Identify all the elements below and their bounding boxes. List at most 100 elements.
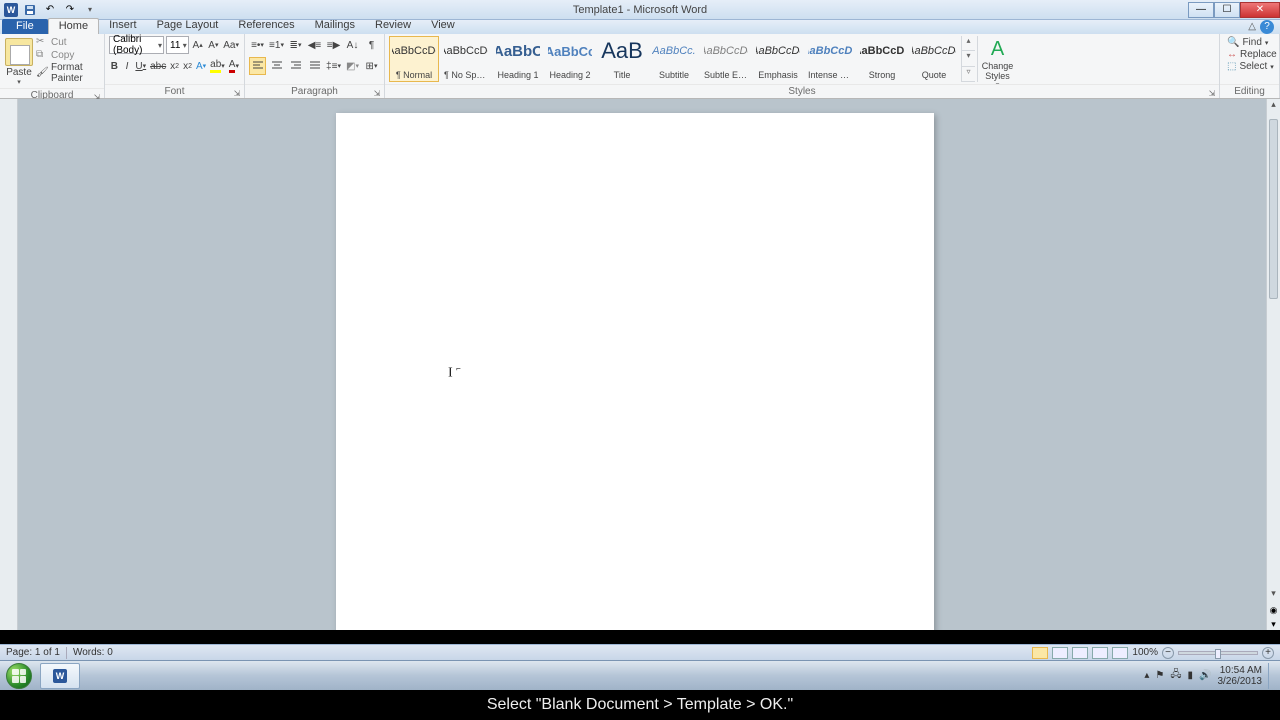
scroll-up-icon[interactable]: ▴: [962, 36, 975, 51]
tab-insert[interactable]: Insert: [99, 18, 147, 34]
style-strong[interactable]: AaBbCcDcStrong: [857, 36, 907, 82]
zoom-in-button[interactable]: +: [1262, 647, 1274, 659]
page-status[interactable]: Page: 1 of 1: [6, 647, 60, 658]
style-emphasis[interactable]: AaBbCcDcEmphasis: [753, 36, 803, 82]
draft-view-button[interactable]: [1112, 647, 1128, 659]
style--normal[interactable]: AaBbCcDc¶ Normal: [389, 36, 439, 82]
dialog-launcher-icon[interactable]: ⇲: [372, 87, 382, 97]
replace-button[interactable]: ↔Replace: [1227, 49, 1277, 60]
superscript-button[interactable]: x2: [182, 57, 193, 75]
tab-page-layout[interactable]: Page Layout: [147, 18, 229, 34]
chevron-down-icon[interactable]: ▾: [158, 41, 162, 50]
underline-button[interactable]: U▾: [134, 57, 147, 75]
show-marks-button[interactable]: ¶: [363, 36, 380, 54]
line-spacing-button[interactable]: ‡≡▾: [325, 57, 342, 75]
styles-more-icon[interactable]: ▿: [962, 67, 975, 82]
font-name-combo[interactable]: Calibri (Body)▾: [109, 36, 164, 54]
file-tab[interactable]: File: [2, 19, 48, 34]
tab-mailings[interactable]: Mailings: [305, 18, 365, 34]
tab-home[interactable]: Home: [48, 18, 99, 34]
multilevel-list-button[interactable]: ≣▾: [287, 36, 304, 54]
zoom-slider[interactable]: [1178, 651, 1258, 655]
style--no-spaci-[interactable]: AaBbCcDc¶ No Spaci...: [441, 36, 491, 82]
borders-button[interactable]: ⊞▾: [363, 57, 380, 75]
style-subtitle[interactable]: AaBbCc.Subtitle: [649, 36, 699, 82]
qat-dropdown-icon[interactable]: ▾: [82, 2, 98, 18]
show-hidden-icon[interactable]: ▴: [1144, 670, 1149, 681]
bold-button[interactable]: B: [109, 57, 120, 75]
style-quote[interactable]: AaBbCcDcQuote: [909, 36, 959, 82]
format-painter-button[interactable]: 🖌 Format Painter: [36, 62, 100, 84]
style-subtle-em-[interactable]: AaBbCcDcSubtle Em...: [701, 36, 751, 82]
web-layout-view-button[interactable]: [1072, 647, 1088, 659]
align-right-button[interactable]: [287, 57, 304, 75]
select-button[interactable]: ⬚Select▾: [1227, 61, 1277, 72]
scroll-up-icon[interactable]: ▴: [1267, 99, 1280, 113]
scroll-thumb[interactable]: [1269, 119, 1278, 299]
zoom-thumb[interactable]: [1215, 649, 1221, 659]
flag-icon[interactable]: ⚑: [1155, 670, 1164, 681]
zoom-out-button[interactable]: −: [1162, 647, 1174, 659]
highlight-button[interactable]: ab▾: [209, 57, 226, 75]
battery-icon[interactable]: ▮: [1188, 670, 1194, 681]
clock[interactable]: 10:54 AM 3/26/2013: [1218, 665, 1263, 687]
find-button[interactable]: 🔍Find▾: [1227, 37, 1277, 48]
tab-references[interactable]: References: [228, 18, 304, 34]
volume-icon[interactable]: 🔊: [1199, 670, 1211, 681]
styles-scroll[interactable]: ▴▾▿: [961, 36, 975, 82]
taskbar-word-button[interactable]: W: [40, 663, 80, 689]
print-layout-view-button[interactable]: [1032, 647, 1048, 659]
close-button[interactable]: ✕: [1240, 2, 1280, 18]
save-icon[interactable]: [22, 2, 38, 18]
font-size-combo[interactable]: 11▾: [166, 36, 189, 54]
document-page[interactable]: [336, 113, 934, 630]
text-effects-button[interactable]: A▾: [195, 57, 207, 75]
sort-button[interactable]: A↓: [344, 36, 361, 54]
vertical-scrollbar[interactable]: ▴ ▾ ◉ ▾: [1266, 99, 1280, 630]
tab-review[interactable]: Review: [365, 18, 421, 34]
shading-button[interactable]: ◩▾: [344, 57, 361, 75]
scroll-down-icon[interactable]: ▾: [1267, 588, 1280, 602]
align-left-button[interactable]: [249, 57, 266, 75]
style-title[interactable]: AaBTitle: [597, 36, 647, 82]
style-heading-1[interactable]: AaBbCHeading 1: [493, 36, 543, 82]
strikethrough-button[interactable]: abc: [149, 57, 167, 75]
justify-button[interactable]: [306, 57, 323, 75]
help-icon[interactable]: ?: [1260, 20, 1274, 34]
outline-view-button[interactable]: [1092, 647, 1108, 659]
chevron-down-icon[interactable]: ▾: [17, 78, 21, 86]
network-icon[interactable]: 🖧: [1170, 667, 1181, 684]
paste-button[interactable]: Paste ▾: [4, 36, 34, 86]
font-color-button[interactable]: A▾: [228, 57, 240, 75]
minimize-button[interactable]: —: [1188, 2, 1214, 18]
dialog-launcher-icon[interactable]: ⇲: [232, 87, 242, 97]
vertical-ruler[interactable]: [0, 99, 18, 630]
minimize-ribbon-icon[interactable]: △: [1248, 21, 1256, 32]
style-heading-2[interactable]: AaBbCcHeading 2: [545, 36, 595, 82]
maximize-button[interactable]: ☐: [1214, 2, 1240, 18]
numbering-button[interactable]: ≡1▾: [268, 36, 285, 54]
shrink-font-button[interactable]: A▾: [207, 36, 221, 54]
tab-view[interactable]: View: [421, 18, 465, 34]
zoom-level[interactable]: 100%: [1132, 647, 1158, 658]
chevron-down-icon[interactable]: ▾: [183, 41, 187, 50]
change-case-button[interactable]: Aa▾: [222, 36, 240, 54]
start-button[interactable]: [0, 661, 38, 691]
scroll-down-icon[interactable]: ▾: [962, 51, 975, 66]
align-center-button[interactable]: [268, 57, 285, 75]
grow-font-button[interactable]: A▴: [191, 36, 205, 54]
undo-icon[interactable]: ↶: [42, 2, 58, 18]
increase-indent-button[interactable]: ≡▶: [325, 36, 342, 54]
style-intense-e-[interactable]: AaBbCcDcIntense E...: [805, 36, 855, 82]
italic-button[interactable]: I: [122, 57, 133, 75]
decrease-indent-button[interactable]: ◀≡: [306, 36, 323, 54]
bullets-button[interactable]: ≡•▾: [249, 36, 266, 54]
full-screen-view-button[interactable]: [1052, 647, 1068, 659]
prev-page-icon[interactable]: ◉: [1267, 605, 1280, 616]
subscript-button[interactable]: x2: [169, 57, 180, 75]
dialog-launcher-icon[interactable]: ⇲: [1207, 87, 1217, 97]
word-count[interactable]: Words: 0: [73, 647, 113, 658]
change-styles-button[interactable]: AChangeStyles▾: [977, 36, 1017, 82]
next-page-icon[interactable]: ▾: [1267, 619, 1280, 630]
show-desktop-button[interactable]: [1268, 663, 1274, 689]
